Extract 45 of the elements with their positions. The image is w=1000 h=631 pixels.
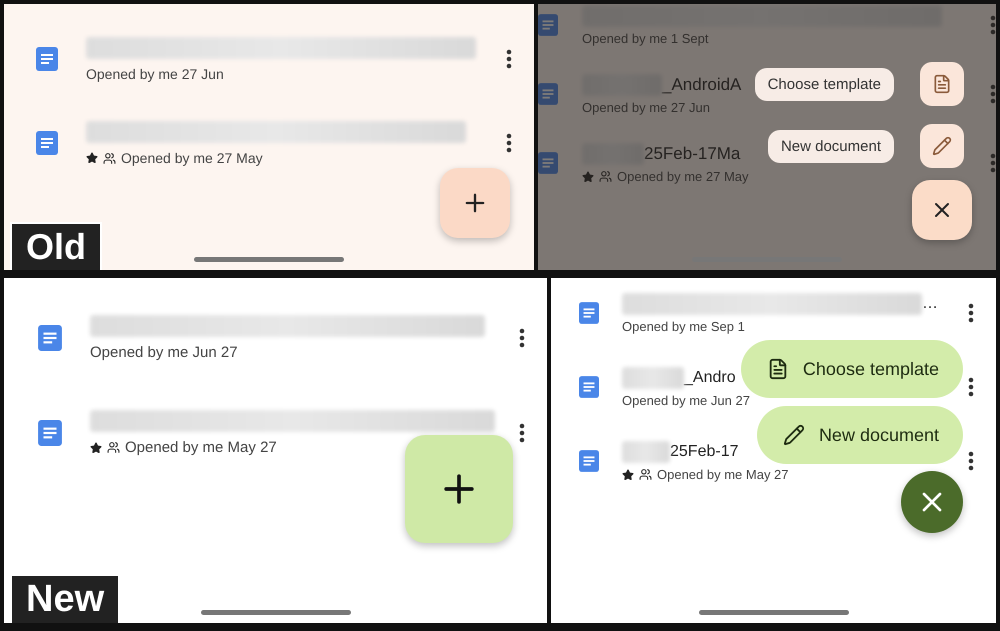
file-subtitle: Opened by me Jun 27 bbox=[90, 344, 238, 361]
close-button[interactable] bbox=[912, 180, 972, 240]
document-icon bbox=[538, 14, 558, 36]
menu-label[interactable]: Choose template bbox=[754, 68, 894, 100]
file-title: _AndroidA bbox=[662, 75, 742, 95]
document-icon bbox=[36, 131, 58, 155]
more-icon[interactable] bbox=[519, 328, 525, 348]
file-subtitle: Opened by me Sep 1 bbox=[622, 319, 745, 334]
more-icon[interactable] bbox=[968, 451, 974, 471]
file-subtitle: Opened by me 1 Sept bbox=[582, 31, 708, 46]
document-icon bbox=[579, 376, 599, 398]
more-icon[interactable] bbox=[968, 303, 974, 323]
file-title: 25Feb-17 bbox=[670, 443, 738, 461]
menu-item[interactable]: New document bbox=[756, 406, 963, 464]
more-icon[interactable] bbox=[506, 49, 512, 69]
file-subtitle: Opened by me May 27 bbox=[657, 467, 789, 482]
document-icon bbox=[538, 83, 558, 105]
document-icon bbox=[579, 450, 599, 472]
document-icon bbox=[579, 302, 599, 324]
blurred-title bbox=[622, 367, 684, 389]
menu-label[interactable]: New document bbox=[768, 130, 894, 162]
menu-icon-button[interactable] bbox=[920, 62, 964, 106]
file-title: _Andro bbox=[684, 369, 736, 387]
file-title: … bbox=[922, 295, 938, 313]
blurred-title bbox=[622, 441, 670, 463]
document-icon bbox=[38, 324, 62, 350]
version-label: Old bbox=[10, 222, 102, 270]
more-icon[interactable] bbox=[519, 422, 525, 442]
more-icon[interactable] bbox=[968, 377, 974, 397]
close-button[interactable] bbox=[901, 471, 963, 533]
more-icon[interactable] bbox=[506, 133, 512, 153]
file-subtitle: Opened by me 27 Jun bbox=[582, 100, 710, 115]
document-icon bbox=[932, 74, 952, 94]
document-icon bbox=[538, 152, 558, 174]
file-subtitle: Opened by me 27 Jun bbox=[86, 66, 224, 82]
pencil-icon bbox=[932, 136, 952, 156]
version-label: New bbox=[10, 574, 120, 623]
document-icon bbox=[38, 420, 62, 446]
document-icon bbox=[36, 47, 58, 71]
file-title: 25Feb-17Ma bbox=[644, 144, 740, 164]
file-subtitle: Opened by me May 27 bbox=[125, 439, 277, 456]
file-subtitle: Opened by me 27 May bbox=[617, 169, 749, 184]
menu-icon-button[interactable] bbox=[920, 124, 964, 168]
file-subtitle: Opened by me 27 May bbox=[121, 150, 263, 166]
pencil-icon bbox=[782, 424, 805, 446]
